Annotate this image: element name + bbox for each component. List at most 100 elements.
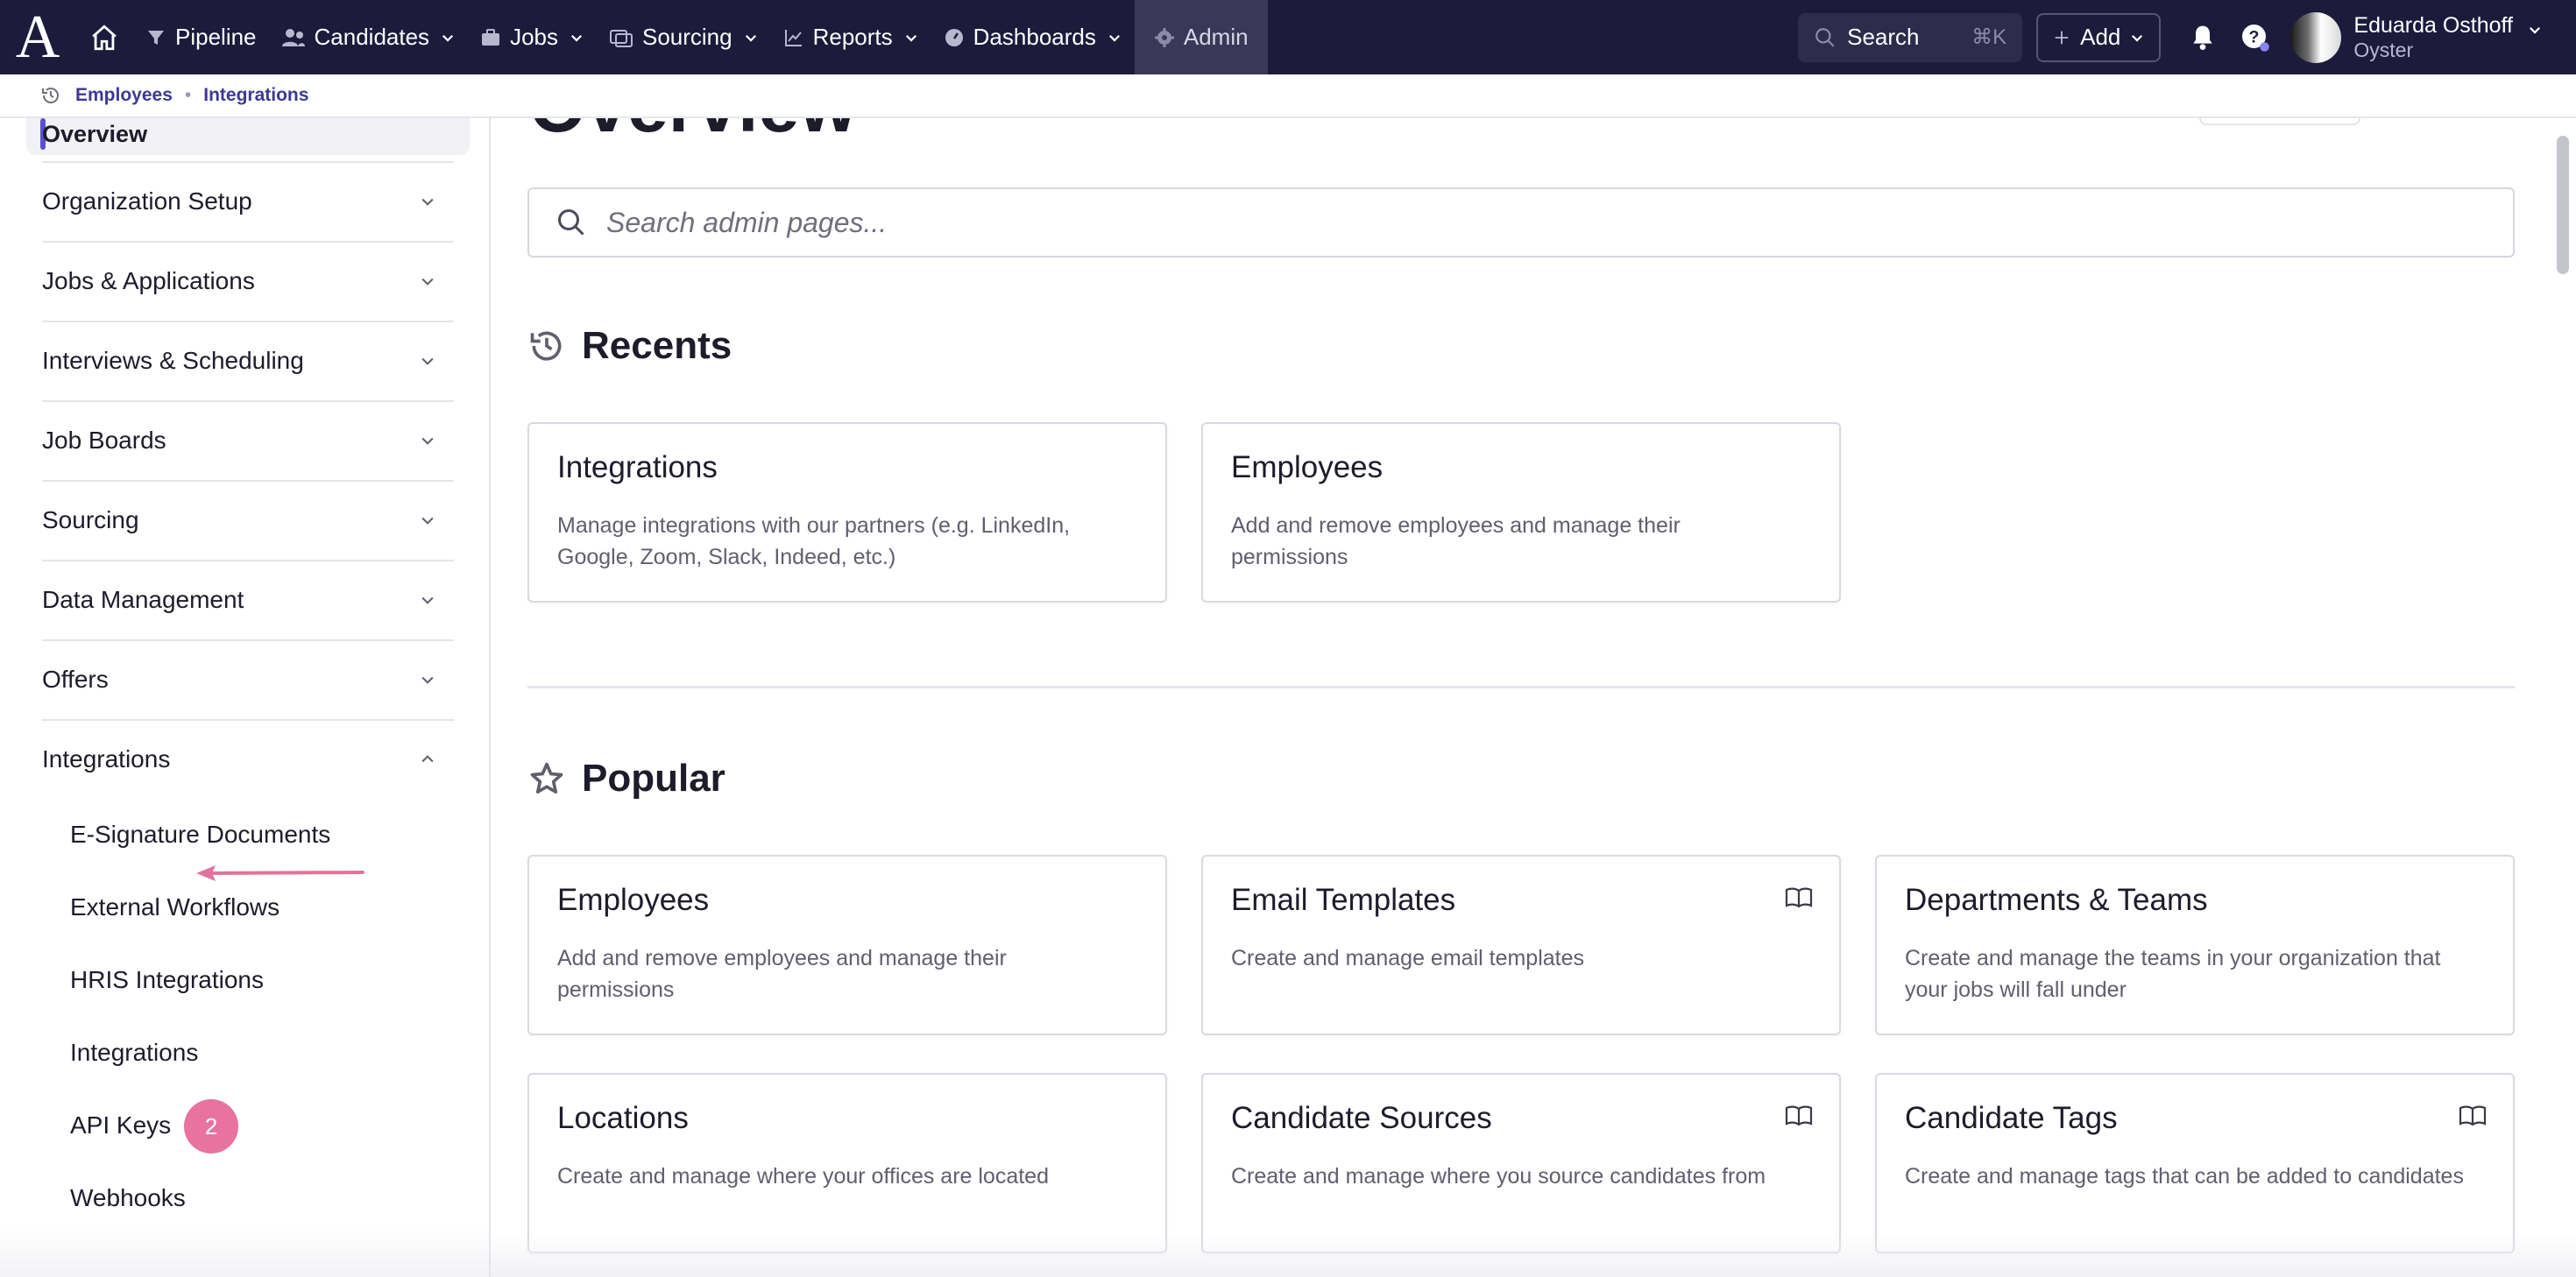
- user-name: Eduarda Osthoff: [2353, 12, 2513, 38]
- card-title: Email Templates: [1231, 883, 1456, 917]
- sidebar-group-integrations[interactable]: Integrations: [42, 719, 454, 798]
- chevron-up-icon: [421, 755, 434, 763]
- gear-icon: [1154, 27, 1174, 47]
- sidebar-group-label: Sourcing: [42, 506, 139, 533]
- sidebar-group-job-boards[interactable]: Job Boards: [42, 400, 454, 479]
- svg-text:?: ?: [2249, 27, 2260, 46]
- breadcrumb-employees[interactable]: Employees: [75, 85, 173, 106]
- sidebar-group-interviews-scheduling[interactable]: Interviews & Scheduling: [42, 321, 454, 399]
- chevron-down-icon: [905, 34, 916, 42]
- popular-title: Popular: [582, 757, 725, 800]
- card-description: Create and manage tags that can be added…: [1905, 1164, 2464, 1189]
- user-menu[interactable]: Eduarda Osthoff Oyster: [2290, 11, 2543, 63]
- recents-title: Recents: [582, 324, 732, 367]
- nav-admin[interactable]: Admin: [1134, 0, 1268, 74]
- chevron-down-icon: [421, 278, 434, 286]
- sidebar-group-label: Organization Setup: [42, 187, 252, 215]
- recent-card-integrations[interactable]: Integrations Manage integrations with ou…: [527, 422, 1167, 603]
- admin-search-input[interactable]: Search admin pages...: [527, 187, 2515, 258]
- home-icon: [92, 24, 117, 50]
- sidebar-group-data-management[interactable]: Data Management: [42, 560, 454, 638]
- main-content: Overview Search admin pages... Recents I…: [491, 118, 2576, 1277]
- card-description: Add and remove employees and manage thei…: [1231, 513, 1681, 569]
- book-icon[interactable]: [1785, 1104, 1813, 1127]
- nav-reports[interactable]: Reports: [771, 0, 931, 74]
- popular-card-email-templates[interactable]: Email Templates Create and manage email …: [1201, 855, 1841, 1035]
- nav-dashboards-label: Dashboards: [973, 24, 1096, 50]
- card-description: Add and remove employees and manage thei…: [557, 946, 1007, 1002]
- sidebar-item-webhooks[interactable]: Webhooks: [70, 1181, 186, 1216]
- star-icon: [530, 762, 563, 794]
- popular-heading: Popular: [527, 757, 725, 801]
- recent-card-employees[interactable]: Employees Add and remove employees and m…: [1201, 422, 1841, 603]
- sourcing-icon: [609, 29, 633, 47]
- card-title: Employees: [1231, 450, 1384, 484]
- chevron-down-icon: [421, 517, 434, 525]
- sidebar-group-offers[interactable]: Offers: [42, 639, 454, 718]
- sidebar-item-overview-label: Overview: [42, 121, 148, 147]
- chart-line-icon: [784, 29, 802, 46]
- sidebar-item-e-signature-documents[interactable]: E-Signature Documents: [70, 817, 330, 852]
- nav-reports-label: Reports: [812, 24, 893, 50]
- sidebar-item-integrations[interactable]: Integrations: [70, 1035, 198, 1070]
- add-button-label: Add: [2080, 24, 2121, 50]
- sidebar-item-api-keys[interactable]: API Keys: [70, 1108, 171, 1143]
- global-search-button[interactable]: Search ⌘K: [1798, 12, 2023, 62]
- chevron-down-icon: [1108, 34, 1120, 42]
- nav-pipeline[interactable]: Pipeline: [133, 0, 269, 74]
- add-button[interactable]: Add: [2036, 12, 2162, 62]
- card-description: Create and manage email templates: [1231, 946, 1585, 970]
- nav-sourcing[interactable]: Sourcing: [597, 0, 771, 74]
- chevron-down-icon: [421, 437, 434, 445]
- nav-candidates-label: Candidates: [314, 24, 430, 50]
- nav-candidates[interactable]: Candidates: [269, 0, 469, 74]
- sidebar-item-overview[interactable]: Overview: [26, 118, 470, 155]
- breadcrumb-integrations[interactable]: Integrations: [203, 85, 308, 106]
- history-icon: [42, 88, 59, 103]
- chevron-down-icon: [2132, 34, 2143, 42]
- nav-pipeline-label: Pipeline: [175, 24, 257, 50]
- admin-search-placeholder: Search admin pages...: [606, 206, 888, 238]
- popular-card-employees[interactable]: Employees Add and remove employees and m…: [527, 855, 1167, 1035]
- sidebar-group-label: Integrations: [42, 745, 171, 773]
- card-title: Employees: [557, 883, 710, 917]
- popular-card-locations[interactable]: Locations Create and manage where your o…: [527, 1073, 1167, 1253]
- notifications-button[interactable]: [2176, 11, 2229, 64]
- chevron-down-icon: [2529, 26, 2541, 34]
- popular-card-candidate-sources[interactable]: Candidate Sources Create and manage wher…: [1201, 1073, 1841, 1253]
- breadcrumb: Employees • Integrations: [0, 74, 2576, 118]
- sidebar-group-label: Jobs & Applications: [42, 267, 255, 294]
- search-shortcut: ⌘K: [1971, 25, 2007, 49]
- sidebar-item-hris-integrations[interactable]: HRIS Integrations: [70, 963, 264, 998]
- sidebar-group-sourcing[interactable]: Sourcing: [42, 480, 454, 559]
- briefcase-icon: [482, 28, 500, 46]
- main-bottom-fade: [491, 1233, 2576, 1277]
- history-icon: [530, 331, 562, 361]
- home-button[interactable]: [75, 0, 133, 74]
- top-navigation: A Pipeline Candidates Jobs Sourcing Repo…: [0, 0, 2576, 74]
- chevron-down-icon: [570, 34, 583, 42]
- admin-sidebar: Overview Organization Setup Jobs & Appli…: [0, 118, 491, 1277]
- nav-dashboards[interactable]: Dashboards: [931, 0, 1135, 74]
- popular-card-candidate-tags[interactable]: Candidate Tags Create and manage tags th…: [1875, 1073, 2515, 1253]
- sidebar-group-label: Job Boards: [42, 427, 166, 454]
- help-button[interactable]: ?: [2229, 11, 2282, 64]
- global-search-label: Search: [1847, 24, 1920, 50]
- page-action-button[interactable]: [2199, 118, 2360, 125]
- book-icon[interactable]: [2459, 1104, 2487, 1127]
- card-title: Candidate Sources: [1231, 1101, 1492, 1135]
- popular-card-departments-teams[interactable]: Departments & Teams Create and manage th…: [1875, 855, 2515, 1035]
- sidebar-group-organization-setup[interactable]: Organization Setup: [42, 161, 454, 240]
- app-logo[interactable]: A: [0, 0, 75, 74]
- sidebar-group-jobs-applications[interactable]: Jobs & Applications: [42, 241, 454, 320]
- nav-sourcing-label: Sourcing: [641, 24, 732, 50]
- page-scrollbar[interactable]: [2557, 136, 2569, 274]
- chevron-down-icon: [421, 596, 434, 604]
- sidebar-item-external-workflows[interactable]: External Workflows: [70, 890, 280, 925]
- card-title: Integrations: [557, 450, 718, 484]
- section-divider: [527, 686, 2515, 688]
- recents-heading: Recents: [527, 324, 732, 368]
- page-title: Overview: [529, 118, 857, 149]
- book-icon[interactable]: [1785, 886, 1813, 909]
- nav-jobs[interactable]: Jobs: [468, 0, 597, 74]
